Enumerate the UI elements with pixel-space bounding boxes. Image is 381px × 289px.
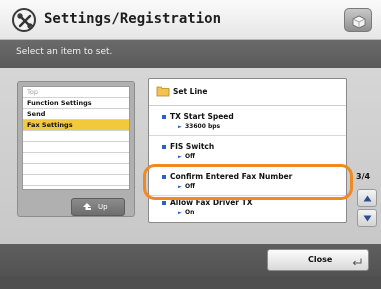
settings-list: Set Line TX Start Speed ► 33600 bps FIS …	[148, 78, 347, 223]
close-button-label: Close	[308, 255, 333, 264]
value-arrow-icon: ►	[178, 210, 182, 216]
bullet-icon	[162, 145, 166, 149]
return-arrow-icon	[352, 258, 362, 266]
up-button[interactable]: Up	[71, 198, 125, 216]
path-item-empty	[23, 175, 129, 186]
up-arrow-icon	[83, 203, 91, 210]
item-value: 33600 bps	[185, 123, 221, 130]
settings-registration-screen: Settings/Registration Select an item to …	[0, 0, 381, 289]
status-footer	[0, 276, 381, 289]
item-value: On	[185, 209, 195, 216]
item-name: FIS Switch	[170, 142, 215, 151]
folder-icon	[156, 86, 170, 97]
path-item-send[interactable]: Send	[23, 109, 129, 120]
path-item-empty	[23, 164, 129, 175]
tools-icon	[12, 8, 36, 32]
title-bar: Settings/Registration	[0, 0, 381, 40]
scroll-up-button[interactable]	[357, 189, 377, 207]
page-indicator: 3/4	[356, 172, 371, 181]
item-value: Off	[185, 153, 195, 160]
triangle-up-icon	[363, 195, 372, 202]
path-item-empty	[23, 153, 129, 164]
path-list: Top Function Settings Send Fax Settings	[22, 86, 130, 190]
list-item-fis-switch[interactable]: FIS Switch ► Off	[149, 137, 346, 166]
main-area: Top Function Settings Send Fax Settings …	[0, 68, 381, 244]
highlight-ring	[143, 164, 353, 200]
item-name: TX Start Speed	[170, 112, 234, 121]
list-header: Set Line	[149, 79, 346, 106]
triangle-down-icon	[363, 215, 372, 222]
instruction-text: Select an item to set.	[16, 47, 113, 57]
bullet-icon	[162, 201, 166, 205]
instruction-bar: Select an item to set.	[0, 40, 381, 68]
counter-check-button[interactable]	[344, 8, 372, 32]
bullet-icon	[162, 115, 166, 119]
scroll-down-button[interactable]	[357, 209, 377, 227]
close-button[interactable]: Close	[267, 249, 369, 271]
path-item-top[interactable]: Top	[23, 87, 129, 98]
list-header-title: Set Line	[173, 87, 208, 96]
path-item-empty	[23, 142, 129, 153]
counter-check-icon	[352, 15, 366, 29]
list-item-allow-fax-driver-tx[interactable]: Allow Fax Driver TX ► On	[149, 196, 346, 222]
value-arrow-icon: ►	[178, 124, 182, 130]
value-arrow-icon: ►	[178, 154, 182, 160]
path-panel: Top Function Settings Send Fax Settings …	[17, 81, 135, 217]
up-button-label: Up	[98, 203, 108, 211]
page-title: Settings/Registration	[44, 11, 222, 27]
path-item-empty	[23, 131, 129, 142]
list-item-tx-start-speed[interactable]: TX Start Speed ► 33600 bps	[149, 107, 346, 136]
bottom-bar: Close	[0, 244, 381, 289]
path-item-fax-settings[interactable]: Fax Settings	[23, 120, 129, 131]
path-item-function-settings[interactable]: Function Settings	[23, 98, 129, 109]
